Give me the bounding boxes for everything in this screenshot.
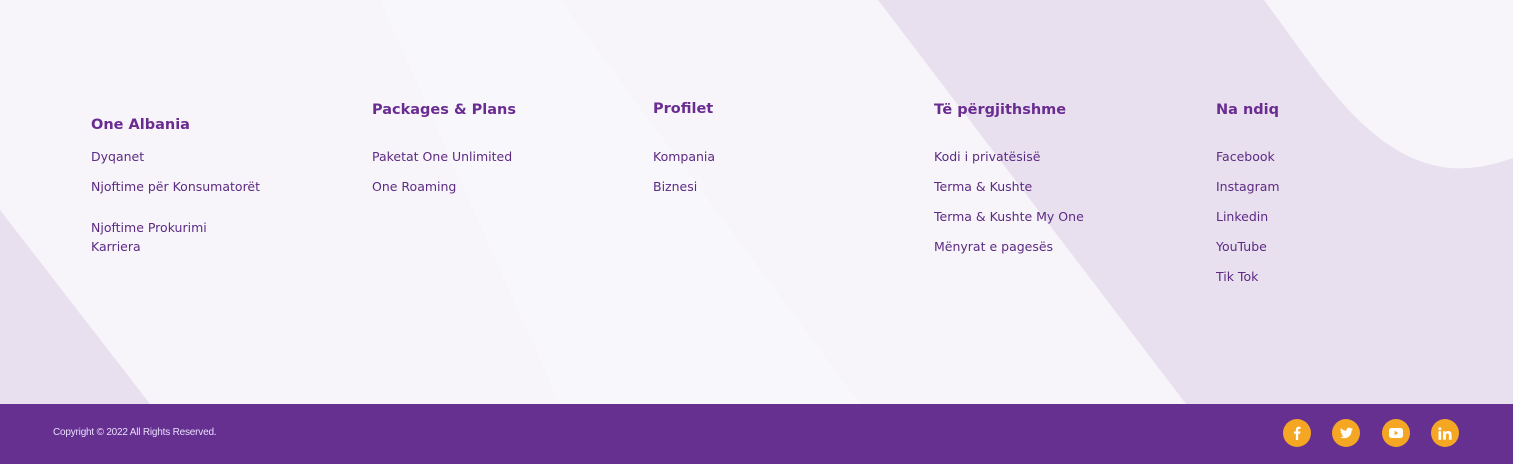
link-terma-kushte-my-one[interactable]: Terma & Kushte My One	[934, 209, 1084, 225]
youtube-icon[interactable]	[1382, 419, 1410, 447]
facebook-icon[interactable]	[1283, 419, 1311, 447]
column-title: One Albania	[91, 117, 190, 133]
link-facebook[interactable]: Facebook	[1216, 149, 1275, 165]
footer-links-area: One Albania Dyqanet Njoftime për Konsuma…	[0, 0, 1513, 404]
link-youtube[interactable]: YouTube	[1216, 239, 1267, 255]
column-title: Të përgjithshme	[934, 102, 1067, 118]
background-decoration	[0, 0, 1513, 404]
link-kompania[interactable]: Kompania	[653, 149, 715, 165]
link-karriera[interactable]: Karriera	[91, 239, 141, 255]
link-njoftime-konsumatoret[interactable]: Njoftime për Konsumatorët	[91, 179, 260, 195]
twitter-icon[interactable]	[1332, 419, 1360, 447]
link-tiktok[interactable]: Tik Tok	[1216, 269, 1258, 285]
link-linkedin[interactable]: Linkedin	[1216, 209, 1268, 225]
column-title: Na ndiq	[1216, 102, 1280, 118]
link-dyqanet[interactable]: Dyqanet	[91, 149, 144, 165]
link-terma-kushte[interactable]: Terma & Kushte	[934, 179, 1032, 195]
link-one-roaming[interactable]: One Roaming	[372, 179, 456, 195]
link-menyrat-pageses[interactable]: Mënyrat e pagesës	[934, 239, 1053, 255]
link-instagram[interactable]: Instagram	[1216, 179, 1280, 195]
link-njoftime-prokurimi[interactable]: Njoftime Prokurimi	[91, 220, 207, 236]
link-kodi-privatesise[interactable]: Kodi i privatësisë	[934, 149, 1040, 165]
column-title: Profilet	[653, 101, 714, 117]
link-biznesi[interactable]: Biznesi	[653, 179, 697, 195]
link-paketat-one-unlimited[interactable]: Paketat One Unlimited	[372, 149, 512, 165]
linkedin-icon[interactable]	[1431, 419, 1459, 447]
copyright-text: Copyright © 2022 All Rights Reserved.	[53, 427, 217, 438]
column-title: Packages & Plans	[372, 102, 516, 118]
